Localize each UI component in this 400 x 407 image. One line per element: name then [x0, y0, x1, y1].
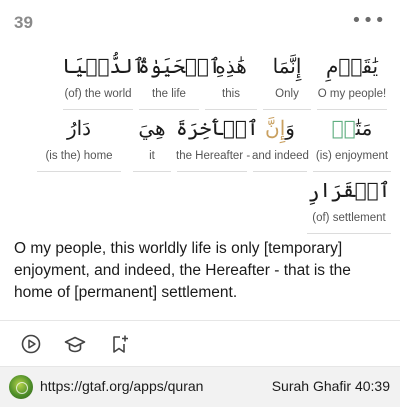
- word-underline: [263, 109, 311, 110]
- word-arabic: مَتَٰعٞ: [312, 112, 392, 144]
- word-ya-qawmi[interactable]: يَٰقَوۡمِ O my people!: [316, 50, 388, 110]
- word-ad-dunya[interactable]: ٱلدُّنۡيَا (of) the world: [62, 50, 145, 110]
- play-icon[interactable]: [20, 333, 42, 355]
- word-daru[interactable]: دَارُ (is the) home: [36, 112, 122, 172]
- verse-number: 39: [14, 13, 33, 32]
- word-al-qarari[interactable]: ٱلۡقَرَارِ (of) settlement: [306, 174, 392, 234]
- word-arabic: هِيَ: [138, 116, 166, 140]
- word-translation: and indeed: [252, 150, 309, 162]
- word-underline: [139, 109, 199, 110]
- footer-url[interactable]: https://gtaf.org/apps/quran: [40, 378, 203, 394]
- word-underline: [63, 109, 133, 110]
- more-horizontal-icon[interactable]: •••: [351, 10, 386, 32]
- word-underline: [177, 171, 247, 172]
- word-underline: [205, 109, 257, 110]
- word-underline: [313, 171, 391, 172]
- word-arabic-highlight: إِنَّ: [265, 116, 286, 140]
- word-arabic: ٱلۡأٓخِرَةَ: [176, 116, 259, 140]
- word-arabic: وَإِنَّ: [252, 112, 308, 144]
- word-translation: the Hereafter -: [176, 150, 251, 162]
- word-translation: O my people!: [317, 88, 387, 100]
- word-arabic-main: مَتَٰ: [355, 116, 373, 140]
- graduation-cap-icon[interactable]: [64, 333, 86, 355]
- word-wa-inna[interactable]: وَإِنَّ and indeed: [252, 112, 309, 172]
- word-hiya[interactable]: هِيَ it: [132, 112, 172, 172]
- word-arabic: إِنَّمَا: [272, 54, 302, 78]
- word-al-akhirata[interactable]: ٱلۡأٓخِرَةَ the Hereafter -: [176, 112, 259, 172]
- verse-translation: O my people, this worldly life is only […: [14, 240, 351, 301]
- word-underline: [317, 109, 387, 110]
- footer: https://gtaf.org/apps/quran Surah Ghafir…: [0, 366, 400, 407]
- word-mataun[interactable]: مَتَٰعٞ (is) enjoyment: [312, 112, 392, 172]
- quran-logo-icon: [9, 375, 33, 399]
- word-underline: [253, 171, 307, 172]
- word-arabic: دَارُ: [66, 116, 92, 140]
- surah-reference: Surah Ghafir 40:39: [271, 378, 390, 394]
- word-translation: (is) enjoyment: [315, 150, 389, 162]
- word-translation: this: [222, 88, 240, 100]
- word-al-hayatu[interactable]: ٱلۡحَيَوٰةُ the life: [138, 50, 221, 110]
- word-innama[interactable]: إِنَّمَا Only: [262, 50, 312, 110]
- divider: [0, 320, 400, 321]
- word-translation: the life: [152, 88, 186, 100]
- word-arabic: ٱلدُّنۡيَا: [62, 54, 145, 78]
- word-underline: [37, 171, 121, 172]
- word-arabic: ٱلۡقَرَارِ: [307, 178, 391, 202]
- word-translation: it: [149, 150, 155, 162]
- word-arabic-main: وَ: [285, 116, 295, 140]
- word-translation: (is the) home: [45, 150, 113, 162]
- bookmark-add-icon[interactable]: [108, 333, 130, 355]
- word-underline: [307, 233, 391, 234]
- word-translation: Only: [275, 88, 299, 100]
- word-arabic: يَٰقَوۡمِ: [325, 54, 379, 78]
- word-underline: [133, 171, 171, 172]
- word-arabic: ٱلۡحَيَوٰةُ: [138, 54, 221, 78]
- word-translation: (of) settlement: [312, 212, 386, 224]
- word-translation: (of) the world: [64, 88, 132, 100]
- word-arabic-highlight: عٞ: [331, 116, 356, 140]
- action-bar: [20, 333, 130, 355]
